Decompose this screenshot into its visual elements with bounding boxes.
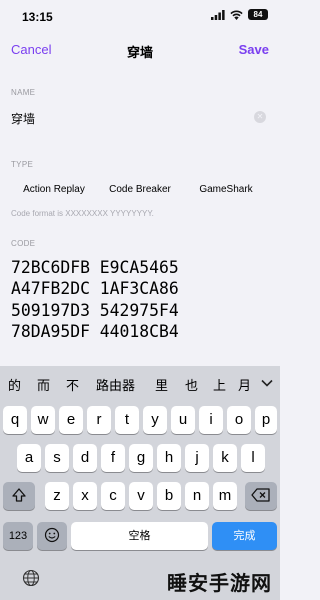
candidate-item[interactable]: 上 <box>213 375 226 394</box>
type-segmented-control: Action Replay Code Breaker GameShark <box>11 180 269 200</box>
battery-icon: 84 <box>248 9 268 20</box>
space-key[interactable]: 空格 <box>71 522 208 550</box>
key-v[interactable]: v <box>129 482 153 510</box>
status-icons: 84 <box>211 9 268 20</box>
key-f[interactable]: f <box>101 444 125 472</box>
status-bar: 13:15 84 <box>0 0 280 34</box>
key-o[interactable]: o <box>227 406 251 434</box>
code-text-area[interactable]: 72BC6DFB E9CA5465 A47FB2DC 1AF3CA86 509197… <box>11 257 179 342</box>
save-button[interactable]: Save <box>239 42 269 57</box>
code-line: A47FB2DC 1AF3CA86 <box>11 279 179 299</box>
signal-icon <box>211 9 225 20</box>
candidate-item[interactable]: 里 <box>155 375 168 394</box>
name-field[interactable]: 穿墙 <box>11 110 35 127</box>
delete-icon <box>251 487 270 502</box>
candidate-item[interactable]: 不 <box>66 375 79 394</box>
key-g[interactable]: g <box>129 444 153 472</box>
key-l[interactable]: l <box>241 444 265 472</box>
candidate-item[interactable]: 而 <box>37 375 50 394</box>
emoji-icon <box>44 527 60 542</box>
shift-icon <box>12 487 26 502</box>
segment-code-breaker[interactable]: Code Breaker <box>97 180 183 200</box>
candidate-item[interactable]: 也 <box>185 375 198 394</box>
key-n[interactable]: n <box>185 482 209 510</box>
key-q[interactable]: q <box>3 406 27 434</box>
key-a[interactable]: a <box>17 444 41 472</box>
key-d[interactable]: d <box>73 444 97 472</box>
key-x[interactable]: x <box>73 482 97 510</box>
key-u[interactable]: u <box>171 406 195 434</box>
watermark-text: 睡安手游网 <box>167 573 272 595</box>
globe-icon[interactable] <box>22 569 40 587</box>
type-section-label: TYPE <box>11 160 34 169</box>
candidate-bar: 的 而 不 路由器 里 也 上 月 <box>0 366 280 400</box>
clear-text-icon[interactable]: ✕ <box>254 111 266 123</box>
candidate-item[interactable]: 的 <box>8 375 21 394</box>
wifi-icon <box>230 9 243 20</box>
name-section-label: NAME <box>11 88 36 97</box>
chevron-down-icon[interactable] <box>260 376 274 390</box>
key-r[interactable]: r <box>87 406 111 434</box>
code-line: 509197D3 542975F4 <box>11 300 179 320</box>
navigation-bar: Cancel 穿墙 Save <box>0 34 280 66</box>
keyboard: 的 而 不 路由器 里 也 上 月 q w e r t y u i o p a … <box>0 366 280 600</box>
key-s[interactable]: s <box>45 444 69 472</box>
segment-action-replay[interactable]: Action Replay <box>11 180 97 200</box>
candidate-item[interactable]: 月 <box>238 375 251 394</box>
key-t[interactable]: t <box>115 406 139 434</box>
code-line: 72BC6DFB E9CA5465 <box>11 258 179 277</box>
key-y[interactable]: y <box>143 406 167 434</box>
key-i[interactable]: i <box>199 406 223 434</box>
key-e[interactable]: e <box>59 406 83 434</box>
key-b[interactable]: b <box>157 482 181 510</box>
key-m[interactable]: m <box>213 482 237 510</box>
key-z[interactable]: z <box>45 482 69 510</box>
code-line: 78DA95DF 44018CB4 <box>11 321 179 341</box>
delete-key[interactable] <box>245 482 277 510</box>
key-w[interactable]: w <box>31 406 55 434</box>
code-section-label: CODE <box>11 239 36 248</box>
key-k[interactable]: k <box>213 444 237 472</box>
status-time: 13:15 <box>22 10 53 24</box>
emoji-key[interactable] <box>37 522 67 550</box>
numbers-key[interactable]: 123 <box>3 522 33 550</box>
segment-gameshark[interactable]: GameShark <box>183 180 269 200</box>
shift-key[interactable] <box>3 482 35 510</box>
key-h[interactable]: h <box>157 444 181 472</box>
candidate-item[interactable]: 路由器 <box>96 375 135 394</box>
key-p[interactable]: p <box>255 406 277 434</box>
key-j[interactable]: j <box>185 444 209 472</box>
key-c[interactable]: c <box>101 482 125 510</box>
code-format-hint: Code format is XXXXXXXX YYYYYYYY. <box>11 209 154 218</box>
done-key[interactable]: 完成 <box>212 522 277 550</box>
